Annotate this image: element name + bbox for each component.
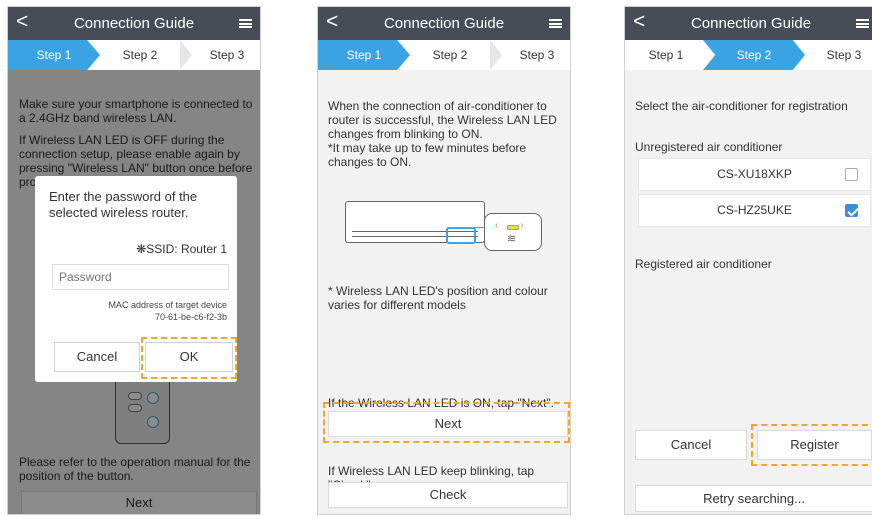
unit-name: CS-HZ25UKE bbox=[717, 203, 792, 217]
unit-row-cs-hz25uke[interactable]: CS-HZ25UKE bbox=[638, 194, 871, 227]
step-1-tab: Step 1 bbox=[648, 48, 684, 62]
step-2-tab: Step 2 bbox=[122, 48, 158, 62]
step-3-tab: Step 3 bbox=[519, 48, 555, 62]
phone-screen-registration: < Connection Guide Step 1 Step 2 Step 3 … bbox=[624, 6, 872, 515]
instruction-text: Select the air-conditioner for registrat… bbox=[635, 99, 848, 113]
registered-label: Registered air conditioner bbox=[635, 257, 772, 271]
dialog-title: Enter the password of the selected wirel… bbox=[49, 189, 198, 220]
password-input[interactable] bbox=[52, 264, 229, 290]
menu-icon[interactable] bbox=[239, 19, 252, 28]
led-zoom-bubble: ‹› ≋ bbox=[484, 213, 542, 251]
blink-rays-icon: ‹› bbox=[495, 220, 546, 231]
app-header: < Connection Guide bbox=[318, 7, 570, 40]
cancel-button[interactable]: Cancel bbox=[635, 430, 747, 460]
cancel-button[interactable]: Cancel bbox=[54, 342, 140, 372]
phone-screen-led-check: < Connection Guide Step 1 Step 2 Step 3 … bbox=[317, 6, 571, 515]
step-2-tab: Step 2 bbox=[703, 40, 805, 70]
check-button[interactable]: Check bbox=[328, 482, 568, 508]
note-text: *It may take up to few minutes before ch… bbox=[328, 141, 527, 169]
checkbox-icon[interactable] bbox=[845, 168, 858, 181]
retry-searching-button[interactable]: Retry searching... bbox=[635, 485, 872, 512]
mac-address-value: 70-61-be-c6-f2-3b bbox=[154, 312, 227, 322]
header-title: Connection Guide bbox=[383, 15, 505, 32]
led-highlight bbox=[446, 227, 476, 244]
led-note-text: * Wireless LAN LED's position and colour… bbox=[328, 284, 548, 312]
header-title: Connection Guide bbox=[73, 15, 195, 32]
unregistered-label: Unregistered air conditioner bbox=[635, 140, 783, 154]
step-3-tab: Step 3 bbox=[826, 48, 862, 62]
step-3-tab: Step 3 bbox=[209, 48, 245, 62]
app-header: < Connection Guide bbox=[8, 7, 260, 40]
unit-name: CS-XU18XKP bbox=[717, 167, 792, 181]
step-2-tab: Step 2 bbox=[432, 48, 468, 62]
menu-icon[interactable] bbox=[856, 19, 869, 28]
password-dialog: Enter the password of the selected wirel… bbox=[35, 176, 237, 382]
menu-icon[interactable] bbox=[549, 19, 562, 28]
step-separator bbox=[490, 40, 502, 70]
mac-address-label: MAC address of target device bbox=[108, 300, 227, 310]
highlight-frame bbox=[323, 402, 570, 443]
header-title: Connection Guide bbox=[690, 15, 812, 32]
step-1-tab: Step 1 bbox=[8, 40, 100, 70]
led-indicator-icon bbox=[507, 225, 519, 230]
highlight-frame bbox=[141, 337, 237, 379]
checkbox-checked-icon[interactable] bbox=[845, 204, 858, 217]
wifi-icon: ≋ bbox=[507, 233, 517, 245]
step-indicator: Step 1 Step 2 Step 3 bbox=[8, 40, 260, 70]
app-header: < Connection Guide bbox=[625, 7, 872, 40]
unit-row-cs-xu18xkp[interactable]: CS-XU18XKP bbox=[638, 158, 871, 191]
step-1-tab: Step 1 bbox=[318, 40, 410, 70]
step-indicator: Step 1 Step 2 Step 3 bbox=[318, 40, 570, 70]
step-indicator: Step 1 Step 2 Step 3 bbox=[625, 40, 872, 70]
highlight-frame bbox=[751, 424, 872, 466]
step-separator bbox=[180, 40, 192, 70]
ssid-label: ❋SSID: Router 1 bbox=[136, 242, 227, 256]
mac-address: MAC address of target device 70-61-be-c6… bbox=[87, 299, 227, 323]
phone-screen-password: < Connection Guide Step 1 Step 2 Step 3 … bbox=[7, 6, 261, 515]
instruction-text: When the connection of air-conditioner t… bbox=[328, 99, 557, 141]
